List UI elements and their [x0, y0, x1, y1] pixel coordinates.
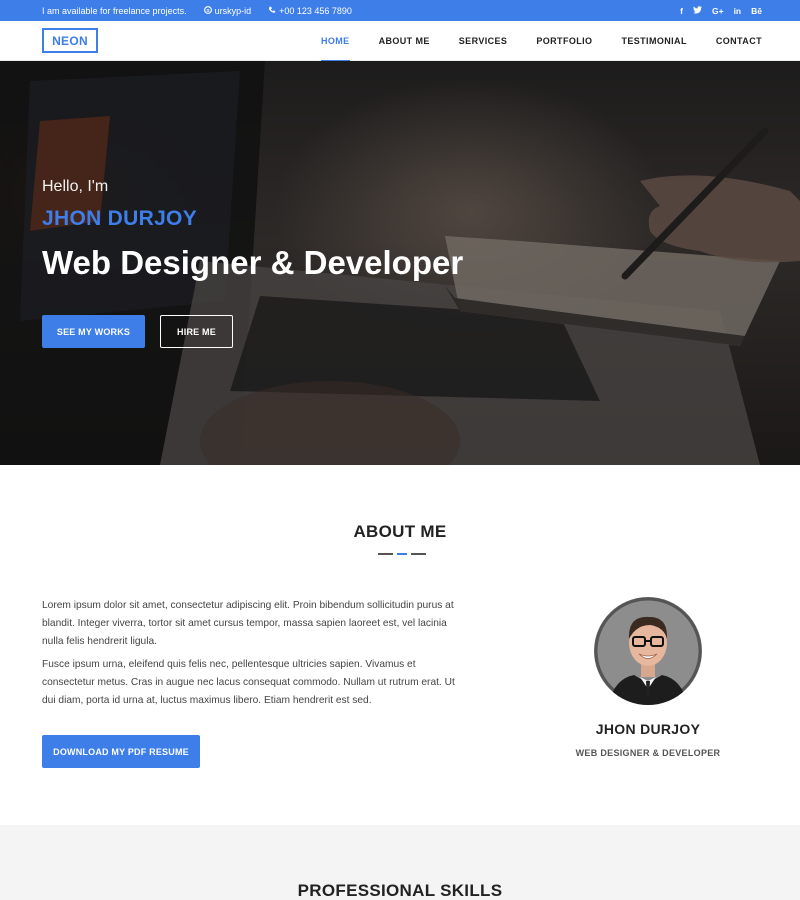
hire-me-button[interactable]: HIRE ME [160, 315, 233, 348]
phone-icon [268, 6, 276, 16]
top-bar: I am available for freelance projects. S… [0, 0, 800, 21]
facebook-icon[interactable]: f [680, 6, 683, 16]
nav-item-testimonial[interactable]: TESTIMONIAL [621, 21, 686, 61]
hero-section: Hello, I'm JHON DURJOY Web Designer & De… [0, 61, 800, 465]
see-my-works-button[interactable]: SEE MY WORKS [42, 315, 145, 348]
download-resume-button[interactable]: DOWNLOAD MY PDF RESUME [42, 735, 200, 768]
nav-item-about-me[interactable]: ABOUT ME [379, 21, 430, 61]
profile-role: WEB DESIGNER & DEVELOPER [575, 748, 721, 758]
social-links: f G+ in Bē [670, 0, 762, 21]
nav-menu: HOME ABOUT ME SERVICES PORTFOLIO TESTIMO… [292, 21, 762, 62]
behance-icon[interactable]: Bē [751, 6, 762, 16]
google-plus-icon[interactable]: G+ [712, 6, 724, 16]
availability-text: I am available for freelance projects. [42, 6, 187, 16]
about-paragraph-2: Fusce ipsum urna, eleifend quis felis ne… [42, 659, 455, 706]
hero-name: JHON DURJOY [42, 207, 197, 230]
about-title: ABOUT ME [353, 522, 447, 541]
top-bar-contact: I am available for freelance projects. S… [42, 0, 369, 21]
nav-item-services[interactable]: SERVICES [459, 21, 508, 61]
skype-icon: S [203, 5, 212, 16]
twitter-icon[interactable] [692, 5, 702, 16]
nav-item-contact[interactable]: CONTACT [716, 21, 762, 61]
skills-title: PROFESSIONAL SKILLS [297, 881, 503, 900]
skype-id: urskyp-id [214, 5, 252, 16]
profile-name: JHON DURJOY [595, 721, 701, 737]
availability-label: I am available for freelance projects. [42, 5, 187, 16]
about-paragraph-1: Lorem ipsum dolor sit amet, consectetur … [42, 600, 454, 647]
about-section: ABOUT ME Lorem ipsum dolor sit amet, con… [0, 465, 800, 825]
section-divider [378, 553, 426, 555]
profile-avatar [594, 597, 702, 705]
hero-title: Web Designer & Developer [42, 244, 464, 281]
nav-item-portfolio[interactable]: PORTFOLIO [536, 21, 592, 61]
main-navbar: NEON HOME ABOUT ME SERVICES PORTFOLIO TE… [0, 21, 800, 62]
nav-item-home[interactable]: HOME [320, 21, 350, 62]
site-logo[interactable]: NEON [42, 28, 98, 53]
hero-greeting: Hello, I'm [42, 178, 109, 195]
phone-contact[interactable]: +00 123 456 7890 [268, 6, 352, 16]
phone-number: +00 123 456 7890 [279, 5, 352, 16]
skype-contact[interactable]: S urskyp-id [203, 5, 252, 16]
skills-section: PROFESSIONAL SKILLS [0, 825, 800, 900]
linkedin-icon[interactable]: in [734, 6, 742, 16]
